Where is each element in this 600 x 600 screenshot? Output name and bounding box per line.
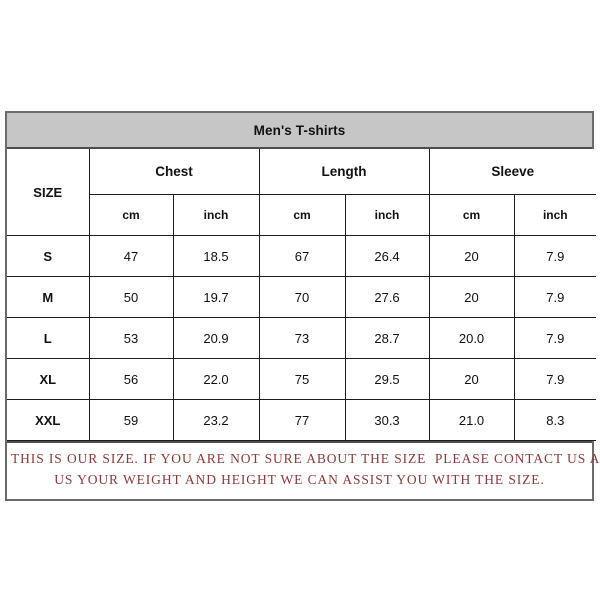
cell-length-inch: 27.6: [344, 276, 430, 318]
header-unit-chest-inch: inch: [172, 194, 260, 236]
cell-sleeve-inch: 7.9: [513, 317, 597, 359]
cell-sleeve-cm: 21.0: [428, 399, 515, 441]
cell-sleeve-inch: 8.3: [513, 399, 597, 441]
header-group-chest: Chest: [88, 149, 260, 195]
table-header-group-row: SIZE Chest Length Sleeve: [7, 149, 597, 236]
header-unit-length-cm: cm: [258, 194, 346, 236]
cell-length-inch: 30.3: [344, 399, 430, 441]
cell-sleeve-inch: 7.9: [513, 358, 597, 400]
cell-chest-cm: 59: [88, 399, 174, 441]
cell-sleeve-cm: 20: [428, 358, 515, 400]
size-disclaimer: THIS IS OUR SIZE. IF YOU ARE NOT SURE AB…: [7, 441, 600, 499]
measurements-table: SIZE Chest Length Sleeve cm inch cm inch…: [7, 149, 597, 441]
cell-chest-inch: 20.9: [172, 317, 260, 359]
cell-chest-inch: 18.5: [172, 235, 260, 277]
cell-sleeve-inch: 7.9: [513, 235, 597, 277]
header-group-length: Length: [258, 149, 430, 195]
header-unit-sleeve-inch: inch: [513, 194, 597, 236]
cell-size: XXL: [7, 399, 90, 441]
disclaimer-line-1: THIS IS OUR SIZE. IF YOU ARE NOT SURE AB…: [11, 451, 600, 466]
header-size: SIZE: [7, 149, 90, 236]
cell-sleeve-inch: 7.9: [513, 276, 597, 318]
cell-size: S: [7, 235, 90, 277]
size-chart-page: Men's T-shirts SIZE Chest Length Sleeve …: [0, 0, 600, 600]
disclaimer-line-2: US YOUR WEIGHT AND HEIGHT WE CAN ASSIST …: [54, 471, 545, 487]
cell-sleeve-cm: 20: [428, 235, 515, 277]
cell-size: XL: [7, 358, 90, 400]
cell-chest-inch: 19.7: [172, 276, 260, 318]
chart-title: Men's T-shirts: [253, 122, 346, 138]
header-unit-length-inch: inch: [344, 194, 430, 236]
cell-length-cm: 75: [258, 358, 346, 400]
cell-chest-cm: 50: [88, 276, 174, 318]
header-group-sleeve: Sleeve: [428, 149, 597, 195]
cell-chest-cm: 56: [88, 358, 174, 400]
cell-length-cm: 73: [258, 317, 346, 359]
cell-length-inch: 29.5: [344, 358, 430, 400]
cell-sleeve-cm: 20.0: [428, 317, 515, 359]
cell-chest-inch: 23.2: [172, 399, 260, 441]
cell-chest-cm: 47: [88, 235, 174, 277]
cell-sleeve-cm: 20: [428, 276, 515, 318]
chart-title-bar: Men's T-shirts: [7, 113, 592, 149]
table-row: XL 56 22.0 75 29.5 20 7.9: [7, 358, 597, 400]
cell-length-cm: 70: [258, 276, 346, 318]
cell-length-inch: 28.7: [344, 317, 430, 359]
cell-size: M: [7, 276, 90, 318]
cell-length-cm: 67: [258, 235, 346, 277]
header-unit-chest-cm: cm: [89, 194, 174, 236]
cell-chest-cm: 53: [88, 317, 174, 359]
size-chart: Men's T-shirts SIZE Chest Length Sleeve …: [5, 111, 600, 501]
table-row: XXL 59 23.2 77 30.3 21.0 8.3: [7, 399, 597, 441]
cell-length-inch: 26.4: [344, 235, 430, 277]
table-header-unit-row: cm inch cm inch cm inch: [7, 194, 597, 236]
table-row: M 50 19.7 70 27.6 20 7.9: [7, 276, 597, 318]
header-unit-sleeve-cm: cm: [428, 194, 515, 236]
table-row: S 47 18.5 67 26.4 20 7.9: [7, 235, 597, 277]
cell-size: L: [7, 317, 90, 359]
table-row: L 53 20.9 73 28.7 20.0 7.9: [7, 317, 597, 359]
cell-chest-inch: 22.0: [172, 358, 260, 400]
cell-length-cm: 77: [258, 399, 346, 441]
